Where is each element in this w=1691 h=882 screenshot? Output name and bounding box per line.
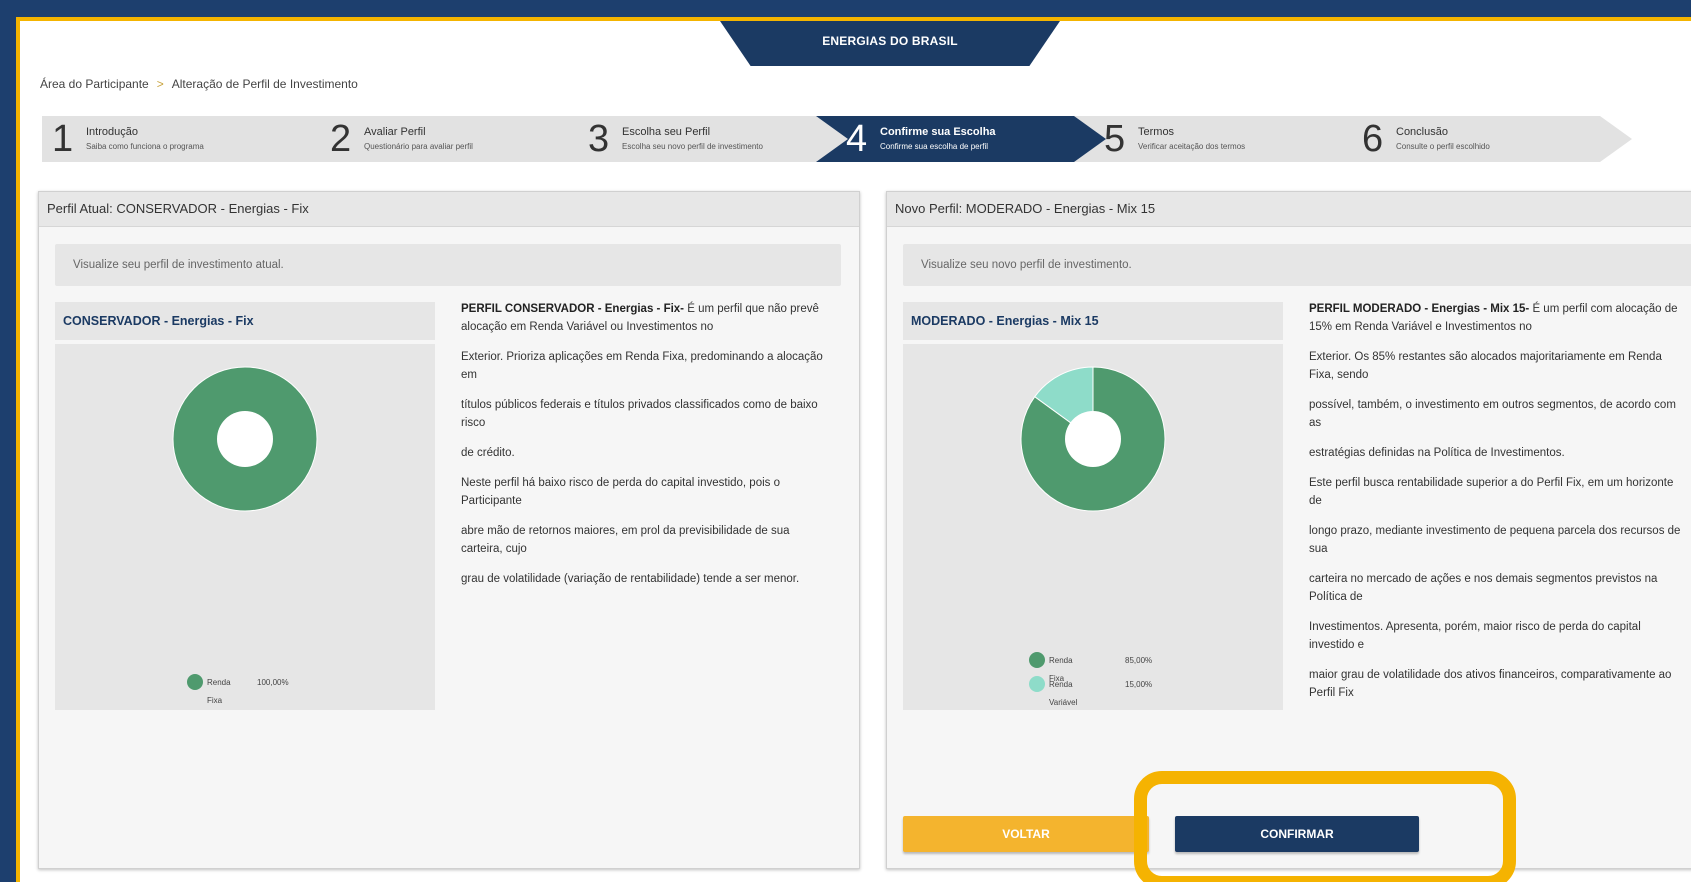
step-subtitle: Confirme sua escolha de perfil bbox=[880, 142, 989, 151]
wizard-stepper: 1 Introdução Saiba como funciona o progr… bbox=[42, 116, 1691, 162]
step-terms[interactable]: 5 Termos Verificar aceitação dos termos bbox=[1074, 116, 1374, 162]
step-number: 6 bbox=[1362, 118, 1384, 160]
legend-value: 15,00% bbox=[1125, 680, 1153, 689]
legend-swatch bbox=[1029, 652, 1045, 668]
description-paragraph: Este perfil busca rentabilidade superior… bbox=[1309, 477, 1674, 507]
step-title: Conclusão bbox=[1396, 126, 1448, 138]
confirm-button[interactable]: CONFIRMAR bbox=[1175, 816, 1419, 852]
legend-swatch bbox=[187, 674, 203, 690]
description-lead: PERFIL MODERADO - Energias - Mix 15- bbox=[1309, 303, 1530, 315]
legend-value: 85,00% bbox=[1125, 656, 1153, 665]
description-paragraph: Investimentos. Apresenta, porém, maior r… bbox=[1309, 621, 1641, 651]
legend-label: Renda Fixa bbox=[207, 678, 231, 705]
description-paragraph: carteira no mercado de ações e nos demai… bbox=[1309, 573, 1658, 603]
step-subtitle: Questionário para avaliar perfil bbox=[364, 142, 473, 151]
breadcrumb-item-participant-area[interactable]: Área do Participante bbox=[40, 77, 149, 91]
step-evaluate-profile[interactable]: 2 Avaliar Perfil Questionário para avali… bbox=[300, 116, 600, 162]
new-chart-title: MODERADO - Energias - Mix 15 bbox=[903, 302, 1283, 340]
description-paragraph: de crédito. bbox=[461, 447, 515, 459]
new-profile-header: Novo Perfil: MODERADO - Energias - Mix 1… bbox=[887, 192, 1691, 227]
new-chart-area: Renda Fixa 85,00% Renda Variável 15,00% bbox=[903, 344, 1283, 710]
step-title: Escolha seu Perfil bbox=[622, 126, 711, 138]
step-conclusion[interactable]: 6 Conclusão Consulte o perfil escolhido bbox=[1332, 116, 1632, 162]
step-title: Introdução bbox=[86, 126, 138, 138]
step-title: Termos bbox=[1138, 126, 1175, 138]
current-profile-header: Perfil Atual: CONSERVADOR - Energias - F… bbox=[39, 192, 859, 227]
description-paragraph: abre mão de retornos maiores, em prol da… bbox=[461, 525, 790, 555]
donut-hole bbox=[1065, 411, 1121, 467]
step-confirm-choice[interactable]: 4 Confirme sua Escolha Confirme sua esco… bbox=[816, 116, 1116, 162]
new-profile-description: PERFIL MODERADO - Energias - Mix 15- É u… bbox=[1309, 300, 1687, 714]
current-donut-chart bbox=[172, 366, 318, 512]
donut-hole bbox=[217, 411, 273, 467]
legend-value: 100,00% bbox=[257, 678, 289, 687]
current-profile-description: PERFIL CONSERVADOR - Energias - Fix- É u… bbox=[461, 300, 831, 600]
current-profile-info: Visualize seu perfil de investimento atu… bbox=[55, 244, 841, 286]
breadcrumb: Área do Participante > Alteração de Perfil… bbox=[40, 77, 358, 91]
breadcrumb-item-profile-change: Alteração de Perfil de Investimento bbox=[171, 77, 358, 91]
step-title: Avaliar Perfil bbox=[364, 126, 426, 138]
legend-label: Renda Variável bbox=[1049, 680, 1078, 707]
step-introduction[interactable]: 1 Introdução Saiba como funciona o progr… bbox=[42, 116, 342, 162]
description-paragraph: PERFIL CONSERVADOR - Energias - Fix- É u… bbox=[461, 300, 831, 336]
step-number: 4 bbox=[846, 118, 868, 160]
description-paragraph: longo prazo, mediante investimento de pe… bbox=[1309, 525, 1681, 555]
step-number: 2 bbox=[330, 118, 352, 160]
step-choose-profile[interactable]: 3 Escolha seu Perfil Escolha seu novo pe… bbox=[558, 116, 858, 162]
current-chart-title: CONSERVADOR - Energias - Fix bbox=[55, 302, 435, 340]
step-number: 3 bbox=[588, 118, 610, 160]
back-button[interactable]: VOLTAR bbox=[903, 816, 1149, 852]
new-donut-chart bbox=[1020, 366, 1166, 512]
description-paragraph: PERFIL MODERADO - Energias - Mix 15- É u… bbox=[1309, 300, 1687, 336]
description-paragraph: maior grau de volatilidade dos ativos fi… bbox=[1309, 669, 1672, 699]
legend-swatch bbox=[1029, 676, 1045, 692]
description-paragraph: Neste perfil há baixo risco de perda do … bbox=[461, 477, 780, 507]
step-number: 5 bbox=[1104, 118, 1126, 160]
step-subtitle: Saiba como funciona o programa bbox=[86, 142, 204, 151]
step-subtitle: Escolha seu novo perfil de investimento bbox=[622, 142, 763, 151]
step-title: Confirme sua Escolha bbox=[880, 126, 996, 138]
description-paragraph: Exterior. Prioriza aplicações em Renda F… bbox=[461, 351, 823, 381]
current-chart-area: Renda Fixa 100,00% bbox=[55, 344, 435, 710]
brand-banner: ENERGIAS DO BRASIL bbox=[720, 21, 1060, 66]
breadcrumb-separator: > bbox=[156, 77, 164, 91]
description-paragraph: Exterior. Os 85% restantes são alocados … bbox=[1309, 351, 1662, 381]
step-subtitle: Consulte o perfil escolhido bbox=[1396, 142, 1490, 151]
description-paragraph: títulos públicos federais e títulos priv… bbox=[461, 399, 818, 429]
new-profile-info: Visualize seu novo perfil de investiment… bbox=[903, 244, 1691, 286]
new-profile-panel: Novo Perfil: MODERADO - Energias - Mix 1… bbox=[886, 191, 1691, 869]
current-profile-panel: Perfil Atual: CONSERVADOR - Energias - F… bbox=[38, 191, 860, 869]
description-paragraph: possível, também, o investimento em outr… bbox=[1309, 399, 1676, 429]
description-paragraph: estratégias definidas na Política de Inv… bbox=[1309, 447, 1565, 459]
app-frame: ENERGIAS DO BRASIL Área do Participante >… bbox=[16, 17, 1691, 882]
step-number: 1 bbox=[52, 118, 74, 160]
step-subtitle: Verificar aceitação dos termos bbox=[1138, 142, 1246, 151]
description-lead: PERFIL CONSERVADOR - Energias - Fix- bbox=[461, 303, 685, 315]
description-paragraph: grau de volatilidade (variação de rentab… bbox=[461, 573, 800, 585]
